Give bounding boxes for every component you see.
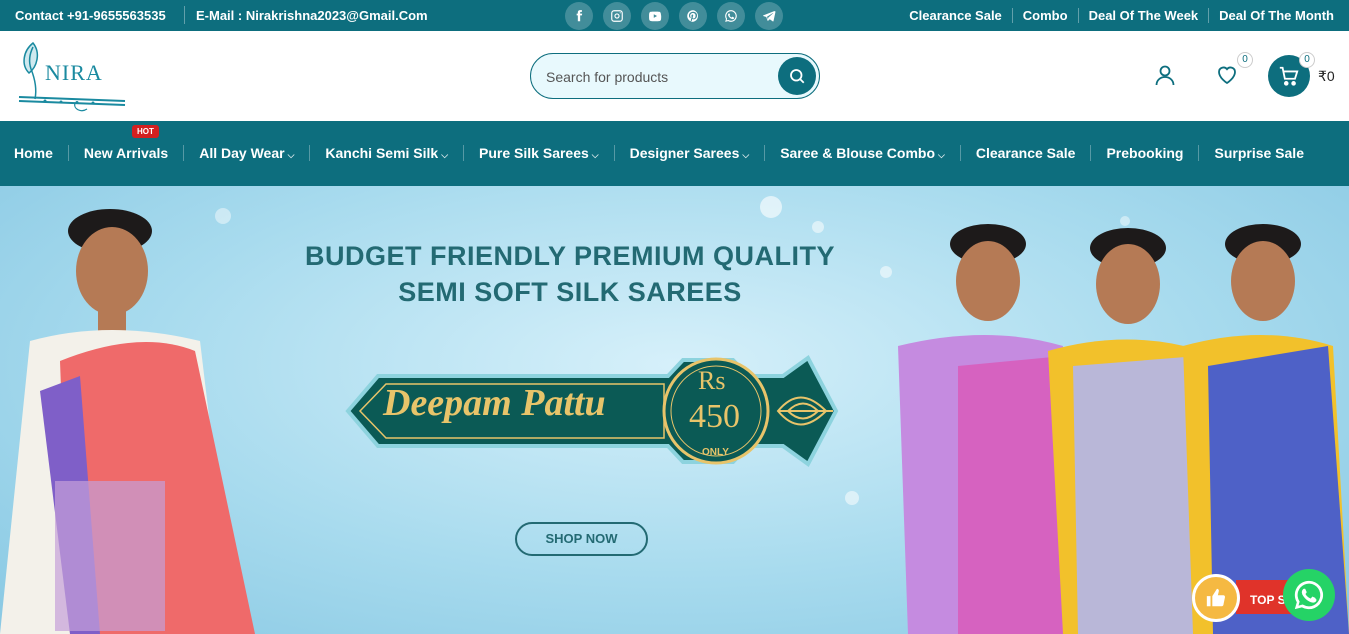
site-logo[interactable]: NIRA xyxy=(15,39,130,115)
top-bar: Contact +91-9655563535 E-Mail : Nirakris… xyxy=(0,0,1349,31)
models-right-image xyxy=(898,224,1349,634)
telegram-icon[interactable] xyxy=(755,2,783,30)
whatsapp-icon xyxy=(1294,580,1324,610)
chevron-down-icon: ⌵ xyxy=(441,150,449,160)
nav-item-clearance-sale[interactable]: Clearance Sale xyxy=(959,145,1091,161)
instagram-icon[interactable] xyxy=(603,2,631,30)
nav-label: Home xyxy=(14,145,53,161)
nav-item-new-arrivals[interactable]: New Arrivals xyxy=(67,145,183,161)
contact-phone[interactable]: Contact +91-9655563535 xyxy=(15,8,166,23)
model-left-image xyxy=(0,209,255,634)
nav-item-home[interactable]: Home xyxy=(0,145,68,161)
nav-label: Pure Silk Sarees xyxy=(479,145,589,161)
nav-item-designer-sarees[interactable]: Designer Sarees ⌵ xyxy=(613,145,765,161)
price-value: 450 xyxy=(689,398,740,435)
wishlist-count-badge: 0 xyxy=(1237,52,1253,68)
search-input[interactable]: Search for products xyxy=(546,69,668,85)
price-note: ONLY xyxy=(702,447,729,458)
pinterest-icon[interactable] xyxy=(679,2,707,30)
top-link-clearance-sale[interactable]: Clearance Sale xyxy=(899,8,1012,23)
divider xyxy=(184,6,185,24)
price-currency: Rs xyxy=(698,366,726,395)
hot-badge: HOT xyxy=(132,125,159,138)
top-link-combo[interactable]: Combo xyxy=(1011,8,1078,23)
search-icon xyxy=(790,69,805,84)
main-nav: Home New Arrivals All Day Wear ⌵ Kanchi S… xyxy=(0,121,1349,186)
cart-icon xyxy=(1279,66,1299,86)
cart-total[interactable]: ₹0 xyxy=(1318,68,1335,85)
contact-email[interactable]: E-Mail : Nirakrishna2023@Gmail.Com xyxy=(196,8,428,23)
nav-item-surprise-sale[interactable]: Surprise Sale xyxy=(1198,145,1319,161)
chevron-down-icon: ⌵ xyxy=(287,150,295,160)
top-links: Clearance Sale Combo Deal Of The Week De… xyxy=(899,8,1334,23)
shop-now-button[interactable]: SHOP NOW xyxy=(515,522,648,556)
whatsapp-chat-button[interactable] xyxy=(1283,569,1335,621)
nav-item-kanchi-semi-silk[interactable]: Kanchi Semi Silk ⌵ xyxy=(309,145,463,161)
wishlist-icon[interactable] xyxy=(1215,63,1239,87)
chevron-down-icon: ⌵ xyxy=(742,150,750,160)
nav-label: Kanchi Semi Silk xyxy=(325,145,439,161)
youtube-icon[interactable] xyxy=(641,2,669,30)
account-icon[interactable] xyxy=(1153,63,1177,87)
nav-label: Surprise Sale xyxy=(1214,145,1304,161)
top-link-deal-of-the-week[interactable]: Deal Of The Week xyxy=(1077,8,1209,23)
nav-label: Prebooking xyxy=(1106,145,1184,161)
search-button[interactable] xyxy=(778,57,816,95)
nav-item-prebooking[interactable]: Prebooking xyxy=(1090,145,1198,161)
thumbs-up-icon[interactable] xyxy=(1192,574,1240,622)
bokeh-dot xyxy=(812,221,824,233)
bokeh-dot xyxy=(845,491,859,505)
whatsapp-icon[interactable] xyxy=(717,2,745,30)
nav-label: All Day Wear xyxy=(199,145,285,161)
cart-count-badge: 0 xyxy=(1299,52,1315,68)
nav-label: New Arrivals xyxy=(83,145,169,161)
search-bar: Search for products xyxy=(530,53,820,99)
nav-label: Clearance Sale xyxy=(975,145,1076,161)
nav-item-pure-silk-sarees[interactable]: Pure Silk Sarees ⌵ xyxy=(463,145,614,161)
nav-label: Designer Sarees xyxy=(629,145,740,161)
site-header: NIRA Search for products 0 0 ₹0 xyxy=(0,31,1349,121)
bokeh-dot xyxy=(760,196,782,218)
nav-item-saree-blouse-combo[interactable]: Saree & Blouse Combo ⌵ xyxy=(764,145,960,161)
chevron-down-icon: ⌵ xyxy=(938,150,945,160)
facebook-icon[interactable] xyxy=(565,2,593,30)
nav-item-all-day-wear[interactable]: All Day Wear ⌵ xyxy=(183,145,309,161)
logo-text: NIRA xyxy=(45,60,103,85)
hero-banner[interactable]: BUDGET FRIENDLY PREMIUM QUALITY SEMI SOF… xyxy=(0,186,1349,634)
product-name: Deepam Pattu xyxy=(383,382,606,424)
nav-label: Saree & Blouse Combo xyxy=(780,145,936,161)
top-link-deal-of-the-month[interactable]: Deal Of The Month xyxy=(1208,8,1334,23)
chevron-down-icon: ⌵ xyxy=(591,150,599,160)
